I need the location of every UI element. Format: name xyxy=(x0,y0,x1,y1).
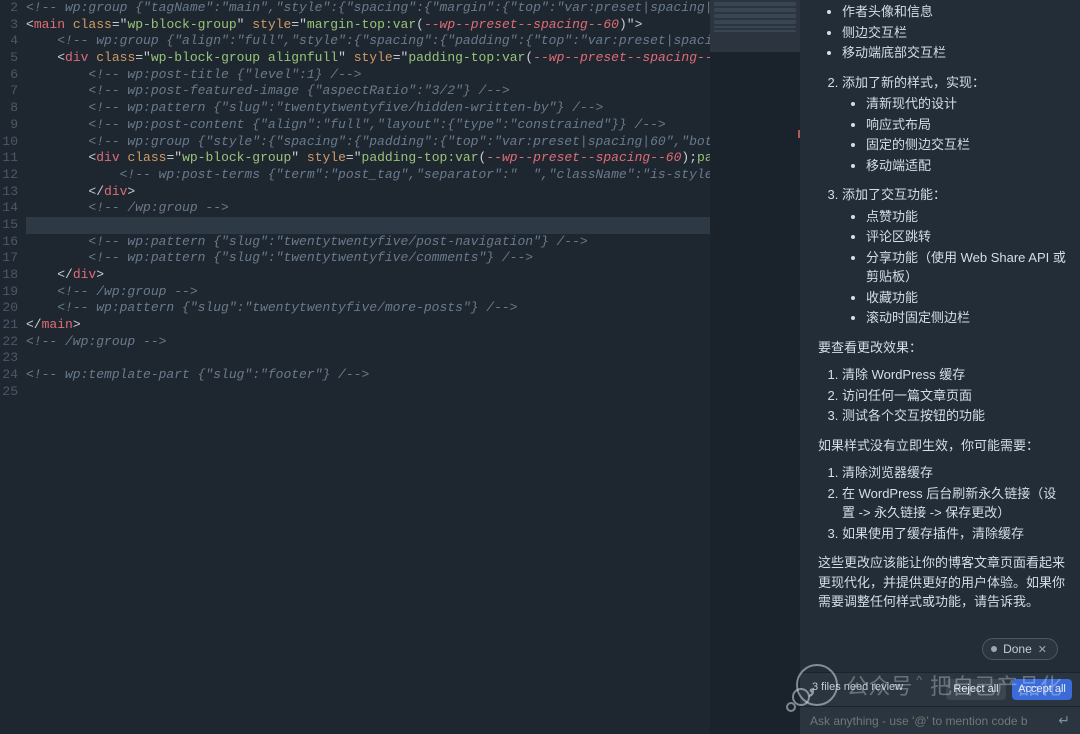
bullet-item: 固定的侧边交互栏 xyxy=(866,135,1066,155)
code-line[interactable] xyxy=(26,384,710,401)
step-item: 如果使用了缓存插件，清除缓存 xyxy=(842,524,1066,544)
step-item: 在 WordPress 后台刷新永久链接（设置 -> 永久链接 -> 保存更改） xyxy=(842,484,1066,523)
bullet-item: 收藏功能 xyxy=(866,288,1066,308)
code-line[interactable]: <!-- wp:pattern {"slug":"twentytwentyfiv… xyxy=(26,100,710,117)
review-bar: 3 files need review Reject all Accept al… xyxy=(800,672,1080,706)
code-area[interactable]: <!-- wp:group {"tagName":"main","style":… xyxy=(26,0,710,734)
code-line[interactable]: <!-- /wp:group --> xyxy=(26,284,710,301)
check-heading: 要查看更改效果： xyxy=(818,338,1066,358)
code-line[interactable]: <!-- wp:pattern {"slug":"twentytwentyfiv… xyxy=(26,250,710,267)
code-line[interactable]: </main> xyxy=(26,317,710,334)
ask-bar: ↵ xyxy=(800,706,1080,734)
step-item: 清除浏览器缓存 xyxy=(842,463,1066,483)
accept-all-button[interactable]: Accept all xyxy=(1012,679,1072,700)
status-dot-icon xyxy=(991,646,997,652)
send-icon[interactable]: ↵ xyxy=(1052,712,1070,729)
code-line[interactable]: <main class="wp-block-group" style="marg… xyxy=(26,17,710,34)
step-item: 测试各个交互按钮的功能 xyxy=(842,406,1066,426)
ask-input[interactable] xyxy=(810,714,1052,728)
bullet-item: 侧边交互栏 xyxy=(842,23,1066,43)
reject-all-button[interactable]: Reject all xyxy=(946,679,1006,700)
code-line[interactable]: <!-- wp:group {"tagName":"main","style":… xyxy=(26,0,710,17)
bullet-item: 响应式布局 xyxy=(866,115,1066,135)
code-line[interactable]: <!-- wp:pattern {"slug":"twentytwentyfiv… xyxy=(26,300,710,317)
done-chip[interactable]: Done ✕ xyxy=(982,638,1058,660)
close-icon[interactable]: ✕ xyxy=(1038,643,1047,656)
code-line[interactable]: <div class="wp-block-group alignfull" st… xyxy=(26,50,710,67)
bullet-item: 移动端底部交互栏 xyxy=(842,43,1066,63)
done-label: Done xyxy=(1003,642,1032,656)
ol-item-2: 添加了新的样式，实现： xyxy=(842,75,985,90)
step-item: 访问任何一篇文章页面 xyxy=(842,386,1066,406)
review-info: 3 files need review xyxy=(808,679,940,700)
if-heading: 如果样式没有立即生效，你可能需要： xyxy=(818,436,1066,456)
bullet-item: 移动端适配 xyxy=(866,156,1066,176)
minimap[interactable] xyxy=(710,0,800,734)
code-line[interactable]: <!-- wp:group {"align":"full","style":{"… xyxy=(26,33,710,50)
code-line[interactable]: <!-- wp:post-title {"level":1} /--> xyxy=(26,67,710,84)
bullet-item: 作者头像和信息 xyxy=(842,2,1066,22)
code-editor[interactable]: 2345678910111213141516171819202122232425… xyxy=(0,0,800,734)
code-line[interactable] xyxy=(26,350,710,367)
code-line[interactable]: <!-- wp:post-featured-image {"aspectRati… xyxy=(26,83,710,100)
bullet-item: 滚动时固定侧边栏 xyxy=(866,308,1066,328)
code-line[interactable]: <!-- wp:post-content {"align":"full","la… xyxy=(26,117,710,134)
bullet-item: 点赞功能 xyxy=(866,207,1066,227)
code-line[interactable]: <!-- /wp:group --> xyxy=(26,200,710,217)
code-line[interactable]: <!-- wp:post-terms {"term":"post_tag","s… xyxy=(26,167,710,184)
ai-chat-panel: 作者头像和信息侧边交互栏移动端底部交互栏 添加了新的样式，实现： 清新现代的设计… xyxy=(800,0,1080,734)
code-line[interactable]: <!-- wp:group {"style":{"spacing":{"padd… xyxy=(26,134,710,151)
code-line[interactable]: <div class="wp-block-group" style="paddi… xyxy=(26,150,710,167)
code-line[interactable]: <!-- /wp:group --> xyxy=(26,334,710,351)
code-line[interactable] xyxy=(26,217,710,234)
line-number-gutter: 2345678910111213141516171819202122232425 xyxy=(0,0,26,734)
bullet-item: 评论区跳转 xyxy=(866,227,1066,247)
chat-message: 作者头像和信息侧边交互栏移动端底部交互栏 添加了新的样式，实现： 清新现代的设计… xyxy=(800,0,1080,672)
code-line[interactable]: </div> xyxy=(26,267,710,284)
code-line[interactable]: </div> xyxy=(26,184,710,201)
ol-item-3: 添加了交互功能： xyxy=(842,187,946,202)
code-line[interactable]: <!-- wp:pattern {"slug":"twentytwentyfiv… xyxy=(26,234,710,251)
bullet-item: 分享功能（使用 Web Share API 或剪贴板） xyxy=(866,248,1066,287)
bullet-item: 清新现代的设计 xyxy=(866,94,1066,114)
chat-outro: 这些更改应该能让你的博客文章页面看起来更现代化，并提供更好的用户体验。如果你需要… xyxy=(818,553,1066,612)
code-line[interactable]: <!-- wp:template-part {"slug":"footer"} … xyxy=(26,367,710,384)
step-item: 清除 WordPress 缓存 xyxy=(842,365,1066,385)
